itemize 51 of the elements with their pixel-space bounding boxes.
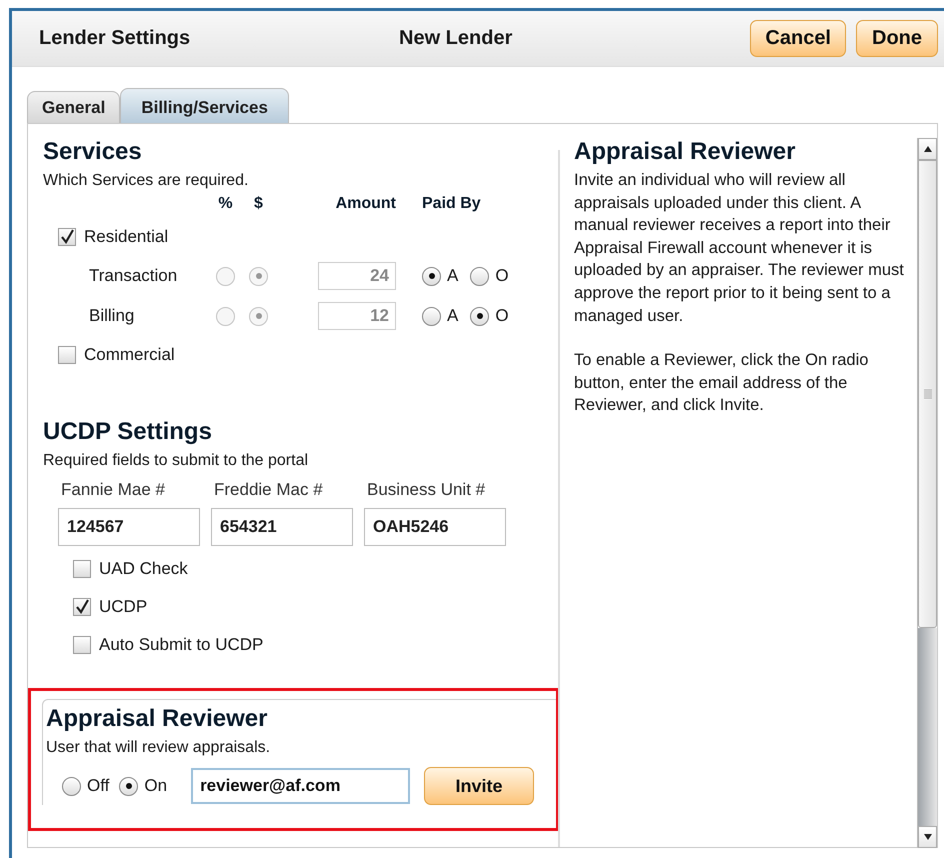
field-label: Fannie Mae # — [60, 480, 166, 500]
checkbox-label: Auto Submit to UCDP — [99, 635, 264, 655]
help-text: To enable a Reviewer, click the On radio button, enter the email address of the Reviewer, and click Invite. — [574, 350, 870, 416]
field-label: Business Unit # — [366, 480, 486, 500]
section-description: Which Services are required. — [43, 172, 250, 190]
field-label: Freddie Mac # — [213, 480, 324, 500]
radio-label: Off — [87, 776, 110, 796]
window-title: Lender Settings — [39, 27, 192, 50]
section-description: User that will review appraisals. — [46, 739, 272, 757]
section-description: Required fields to submit to the portal — [43, 452, 310, 470]
checkbox[interactable] — [73, 636, 91, 654]
checkbox-label: Residential — [84, 227, 168, 247]
checkbox[interactable] — [58, 228, 76, 246]
section-heading: Appraisal Reviewer — [46, 705, 268, 733]
tab[interactable]: Billing/Services — [120, 88, 289, 123]
column-header: Paid By — [422, 195, 482, 213]
email-field[interactable]: reviewer@af.com — [191, 768, 410, 804]
radio-label: O — [495, 306, 509, 326]
column-header: Amount — [334, 195, 396, 213]
cancel-button[interactable]: Cancel — [750, 20, 846, 57]
checkbox[interactable] — [58, 346, 76, 364]
section-heading: UCDP Settings — [43, 418, 213, 446]
input-field[interactable]: 124567 — [58, 508, 200, 546]
scrollbar[interactable] — [917, 138, 937, 848]
checkbox-label: UCDP — [99, 597, 148, 617]
record-title: New Lender — [399, 27, 514, 50]
input-field[interactable]: OAH5246 — [364, 508, 506, 546]
invite-button[interactable]: Invite — [424, 767, 534, 805]
checkbox[interactable] — [73, 560, 91, 578]
row-label: Transaction — [88, 266, 178, 286]
radio-label: On — [144, 776, 168, 796]
done-button[interactable]: Done — [856, 20, 938, 57]
radio-label: A — [447, 306, 458, 326]
radio-button[interactable] — [119, 776, 138, 796]
column-header: % — [217, 195, 234, 213]
checkbox-label: UAD Check — [99, 559, 188, 579]
help-heading: Appraisal Reviewer — [574, 138, 796, 166]
scroll-up-icon[interactable] — [918, 138, 937, 160]
radio-label: A — [447, 266, 458, 286]
input-field[interactable]: 654321 — [211, 508, 353, 546]
tab[interactable]: General — [27, 91, 120, 123]
checkbox-label: Commercial — [84, 345, 175, 365]
row-label: Billing — [88, 306, 136, 326]
help-text: Invite an individual who will review all appraisals uploaded under this client. A manual reviewer receives a report into their Appraisal Firewall account whenever it is uploaded by an appraiser. The reviewer must approve the report prior to it being sent to a managed user. — [574, 170, 904, 327]
scroll-down-icon[interactable] — [918, 826, 937, 848]
radio-button[interactable] — [62, 776, 81, 796]
checkbox[interactable] — [73, 598, 91, 616]
grip-icon — [924, 389, 932, 399]
column-header: $ — [253, 195, 264, 213]
section-heading: Services — [43, 138, 143, 166]
radio-label: O — [495, 266, 509, 286]
